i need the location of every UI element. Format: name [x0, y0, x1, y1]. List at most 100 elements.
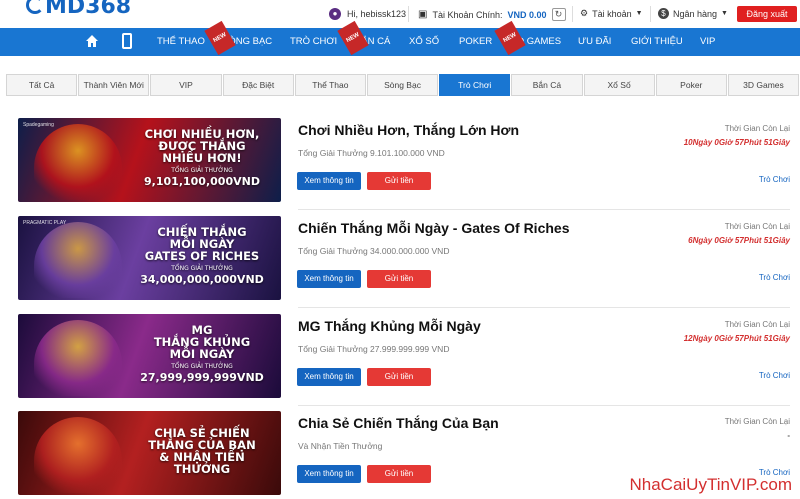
- promo-title[interactable]: MG Thắng Khủng Mỗi Ngày: [298, 318, 481, 334]
- banner-character-image: [34, 320, 122, 396]
- user-icon: ●: [329, 8, 341, 20]
- banner-text: CHƠI NHIỀU HƠN, ĐƯỢC THẮNG NHIỀU HƠN! TỔ…: [137, 128, 267, 188]
- account-menu-label: Tài khoản: [592, 8, 632, 19]
- row-divider: [298, 405, 790, 406]
- time-remaining-value: 12Ngày 0Giờ 57Phút 51Giây: [683, 334, 790, 343]
- home-icon[interactable]: [85, 34, 99, 48]
- tab-poker[interactable]: Poker: [655, 74, 727, 96]
- promo-prize: Tổng Giải Thưởng 34.000.000.000 VND: [298, 246, 450, 256]
- promo-row: Spadegaming CHƠI NHIỀU HƠN, ĐƯỢC THẮNG N…: [18, 118, 790, 210]
- promo-banner[interactable]: PRAGMATIC PLAY CHIẾN THẮNG MỖI NGÀY GATE…: [18, 216, 281, 300]
- tab-games[interactable]: Trò Chơi: [439, 74, 511, 96]
- promo-banner[interactable]: Spadegaming CHƠI NHIỀU HƠN, ĐƯỢC THẮNG N…: [18, 118, 281, 202]
- time-remaining-value: 10Ngày 0Giờ 57Phút 51Giây: [683, 138, 790, 147]
- promo-row: PRAGMATIC PLAY CHIẾN THẮNG MỖI NGÀY GATE…: [18, 216, 790, 308]
- promo-category-tabs: Tất Cả Thành Viên Mới VIP Đặc Biệt Thể T…: [6, 74, 800, 96]
- nav-item-lottery[interactable]: XỔ SỐ: [409, 28, 439, 56]
- promo-title[interactable]: Chiến Thắng Mỗi Ngày - Gates Of Riches: [298, 220, 569, 236]
- nav-label: VIP: [700, 36, 716, 47]
- wallet-icon: ▣: [418, 9, 428, 20]
- tab-casino[interactable]: Sòng Bạc: [366, 74, 439, 96]
- nav-item-games[interactable]: TRÒ CHƠI: [290, 28, 337, 56]
- nav-item-about[interactable]: GIỚI THIỆU: [631, 28, 683, 56]
- banner-amount: 9,101,100,000VND: [144, 175, 260, 188]
- user-greeting: ● Hi, hebissk123: [329, 8, 406, 20]
- banner-text: CHIA SẺ CHIẾN THẮNG CỦA BẠN & NHẬN TIỀN …: [137, 427, 267, 475]
- banner-line: GATES OF RICHES: [144, 249, 260, 263]
- main-nav: THỂ THAO NEW SÒNG BẠC TRÒ CHƠI NEW BẮN CÁ …: [0, 20, 800, 56]
- promo-prize: Tổng Giải Thưởng 9.101.100.000 VND: [298, 148, 445, 158]
- promo-banner[interactable]: CHIA SẺ CHIẾN THẮNG CỦA BẠN & NHẬN TIỀN …: [18, 411, 281, 495]
- banner-character-image: [34, 124, 122, 200]
- banner-brand: PRAGMATIC PLAY: [23, 220, 67, 226]
- row-divider: [298, 307, 790, 308]
- banner-amount: 27,999,999,999VND: [140, 371, 264, 384]
- banner-line: & NHẬN TIỀN THƯỞNG: [159, 450, 245, 476]
- time-remaining-value: -: [787, 431, 790, 440]
- nav-item-casino[interactable]: NEW SÒNG BẠC: [204, 20, 272, 56]
- site-logo[interactable]: MD368: [26, 0, 131, 19]
- nav-label: XỔ SỐ: [409, 36, 440, 47]
- view-info-button[interactable]: Xem thông tin: [297, 368, 361, 386]
- divider: [408, 6, 409, 22]
- mobile-icon[interactable]: [122, 33, 132, 49]
- nav-item-sports[interactable]: THỂ THAO: [157, 28, 205, 56]
- tab-new-member[interactable]: Thành Viên Mới: [78, 74, 150, 96]
- deposit-button[interactable]: Gửi tiền: [367, 465, 431, 483]
- tab-vip[interactable]: VIP: [150, 74, 222, 96]
- nav-item-poker[interactable]: POKER: [459, 28, 492, 56]
- banner-character-image: [34, 222, 122, 298]
- nav-label: THỂ THAO: [157, 36, 205, 47]
- promo-category-link[interactable]: Trò Chơi: [759, 273, 790, 282]
- promo-prize: Và Nhận Tiền Thưởng: [298, 441, 383, 451]
- tab-all[interactable]: Tất Cả: [6, 74, 78, 96]
- nav-label: GIỚI THIỆU: [631, 36, 683, 47]
- logo-text: MD368: [45, 0, 132, 19]
- banner-text: MG THẮNG KHỦNG MỖI NGÀY TỔNG GIẢI THƯỞNG…: [137, 324, 267, 384]
- nav-label: POKER: [459, 36, 493, 47]
- logout-button[interactable]: Đăng xuất: [737, 6, 797, 22]
- deposit-button[interactable]: Gửi tiền: [367, 270, 431, 288]
- nav-label: ƯU ĐÃI: [578, 36, 612, 47]
- deposit-button[interactable]: Gửi tiền: [367, 368, 431, 386]
- greeting-text: Hi, hebissk123: [347, 9, 407, 19]
- time-remaining-label: Thời Gian Còn Lại: [724, 320, 790, 329]
- deposit-button[interactable]: Gửi tiền: [367, 172, 431, 190]
- tab-fishing[interactable]: Bắn Cá: [511, 74, 583, 96]
- banner-sub: TỔNG GIẢI THƯỞNG: [171, 167, 233, 174]
- divider: [572, 6, 573, 22]
- nav-label: TRÒ CHƠI: [290, 36, 338, 47]
- logo-c-mark: [26, 0, 44, 14]
- nav-item-promotions[interactable]: ƯU ĐÃI: [578, 28, 611, 56]
- divider: [650, 6, 651, 22]
- tab-special[interactable]: Đặc Biệt: [222, 74, 294, 96]
- account-menu[interactable]: ⚙ Tài khoản ▼: [580, 8, 643, 19]
- banner-sub: TỔNG GIẢI THƯỞNG: [171, 363, 233, 370]
- banner-amount: 34,000,000,000VND: [140, 273, 264, 286]
- promo-title[interactable]: Chơi Nhiều Hơn, Thắng Lớn Hơn: [298, 122, 519, 138]
- nav-item-fishing[interactable]: NEW BẮN CÁ: [337, 20, 390, 56]
- refresh-icon[interactable]: ↻: [551, 8, 566, 21]
- tab-lottery[interactable]: Xổ Số: [583, 74, 655, 96]
- view-info-button[interactable]: Xem thông tin: [297, 172, 361, 190]
- promo-category-link[interactable]: Trò Chơi: [759, 371, 790, 380]
- tab-sports[interactable]: Thể Thao: [294, 74, 366, 96]
- main-account-value: VND 0.00: [507, 9, 547, 20]
- banner-line: NHIỀU HƠN!: [162, 151, 242, 165]
- chevron-down-icon: ▼: [721, 10, 728, 17]
- time-remaining-label: Thời Gian Còn Lại: [724, 222, 790, 231]
- promo-title[interactable]: Chia Sẻ Chiến Thắng Của Bạn: [298, 415, 499, 431]
- tab-3d-games[interactable]: 3D Games: [727, 74, 800, 96]
- view-info-button[interactable]: Xem thông tin: [297, 465, 361, 483]
- wallet-balance: ▣ Tài Khoản Chính: VND 0.00 ↻: [418, 8, 566, 21]
- banner-character-image: [34, 417, 122, 493]
- main-account-label: Tài Khoản Chính:: [432, 9, 503, 20]
- promo-row: MG THẮNG KHỦNG MỖI NGÀY TỔNG GIẢI THƯỞNG…: [18, 314, 790, 406]
- nav-item-3d-games[interactable]: NEW 3D GAMES: [494, 20, 561, 56]
- bank-menu[interactable]: $ Ngân hàng ▼: [658, 8, 728, 19]
- promo-category-link[interactable]: Trò Chơi: [759, 175, 790, 184]
- nav-item-vip[interactable]: VIP: [700, 28, 715, 56]
- view-info-button[interactable]: Xem thông tin: [297, 270, 361, 288]
- watermark-text: NhaCaiUyTinVIP.com: [629, 475, 792, 494]
- promo-banner[interactable]: MG THẮNG KHỦNG MỖI NGÀY TỔNG GIẢI THƯỞNG…: [18, 314, 281, 398]
